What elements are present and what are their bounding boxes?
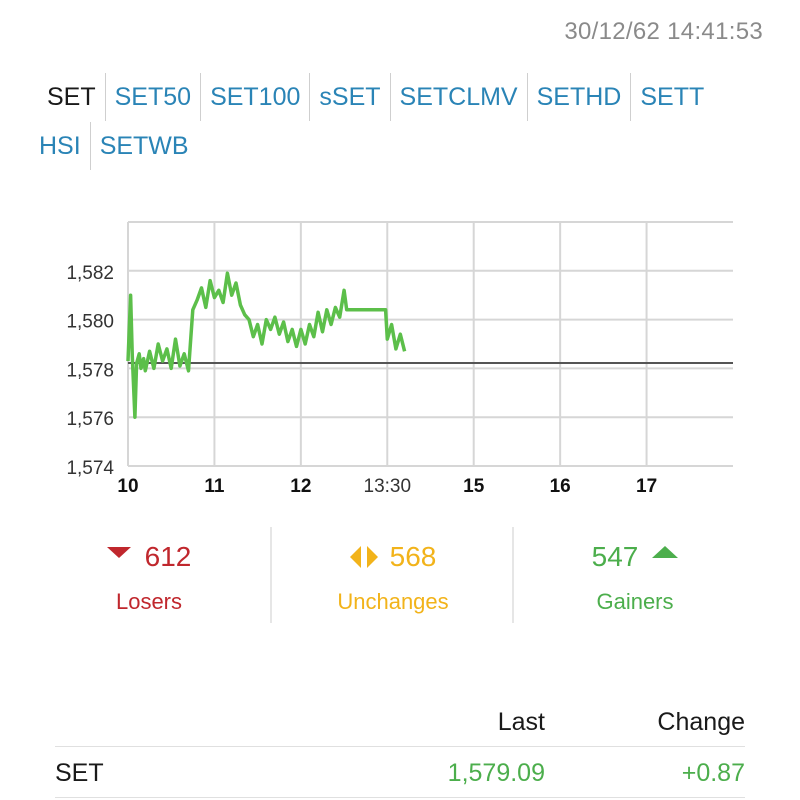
market-breadth: 612 Losers 568 Unchanges 547 Gainers [28,527,784,627]
tab-set100[interactable]: SET100 [201,73,309,121]
tab-setclmv[interactable]: SETCLMV [391,73,527,121]
tab-sset[interactable]: sSET [310,73,389,121]
tab-set50[interactable]: SET50 [106,73,200,121]
gainers-stat: 547 Gainers [514,527,756,627]
row-change-value: +0.87 [681,759,745,787]
x-tick-label: 10 [117,476,138,497]
table-header: Last Change [55,700,745,747]
column-header-change: Change [657,708,745,736]
y-tick-label: 1,582 [66,263,114,284]
x-tick-label: 16 [550,476,571,497]
price-series-line [126,271,407,419]
tab-sett[interactable]: SETT [631,73,713,121]
gainers-count: 547 [591,541,639,572]
x-tick-label: 13:30 [364,476,412,497]
down-triangle-icon [106,546,131,558]
right-triangle-icon [366,546,378,568]
row-last-value: 1,579.09 [447,759,545,787]
y-tick-label: 1,574 [66,458,114,479]
index-intraday-chart: 1,574 1,576 1,578 1,580 1,582 10 11 12 13:30 15 16… [66,221,733,497]
x-tick-label: 17 [636,476,657,497]
unchanges-label: Unchanges [337,589,449,614]
losers-count: 612 [144,541,192,572]
losers-label: Losers [115,589,183,614]
tab-setwb[interactable]: SETWB [91,122,198,170]
left-triangle-icon [349,546,361,568]
timestamp: 30/12/62 14:41:53 [564,18,763,45]
y-tick-label: 1,578 [66,360,114,381]
unchanges-count: 568 [389,541,437,572]
unchanges-stat: 568 Unchanges [272,527,514,627]
index-tabs-row-1: SET SET50 SET100 sSET SETCLMV SETHD SETT [36,73,713,121]
tab-hsi[interactable]: HSI [36,122,90,170]
tab-sethd[interactable]: SETHD [528,73,631,121]
y-tick-label: 1,580 [66,312,114,333]
x-tick-label: 15 [463,476,485,497]
up-triangle-icon [652,546,679,558]
tab-set[interactable]: SET [36,73,105,121]
losers-stat: 612 Losers [28,527,270,627]
y-tick-label: 1,576 [66,409,114,430]
index-table: Last Change SET 1,579.09 +0.87 [55,700,745,798]
x-tick-label: 12 [290,476,311,497]
column-header-last: Last [497,708,545,736]
table-row[interactable]: SET 1,579.09 +0.87 [55,747,745,798]
index-tabs-row-2: HSI SETWB [36,122,198,170]
x-tick-label: 11 [204,476,225,497]
gainers-label: Gainers [596,589,674,614]
row-index-name: SET [55,759,104,787]
